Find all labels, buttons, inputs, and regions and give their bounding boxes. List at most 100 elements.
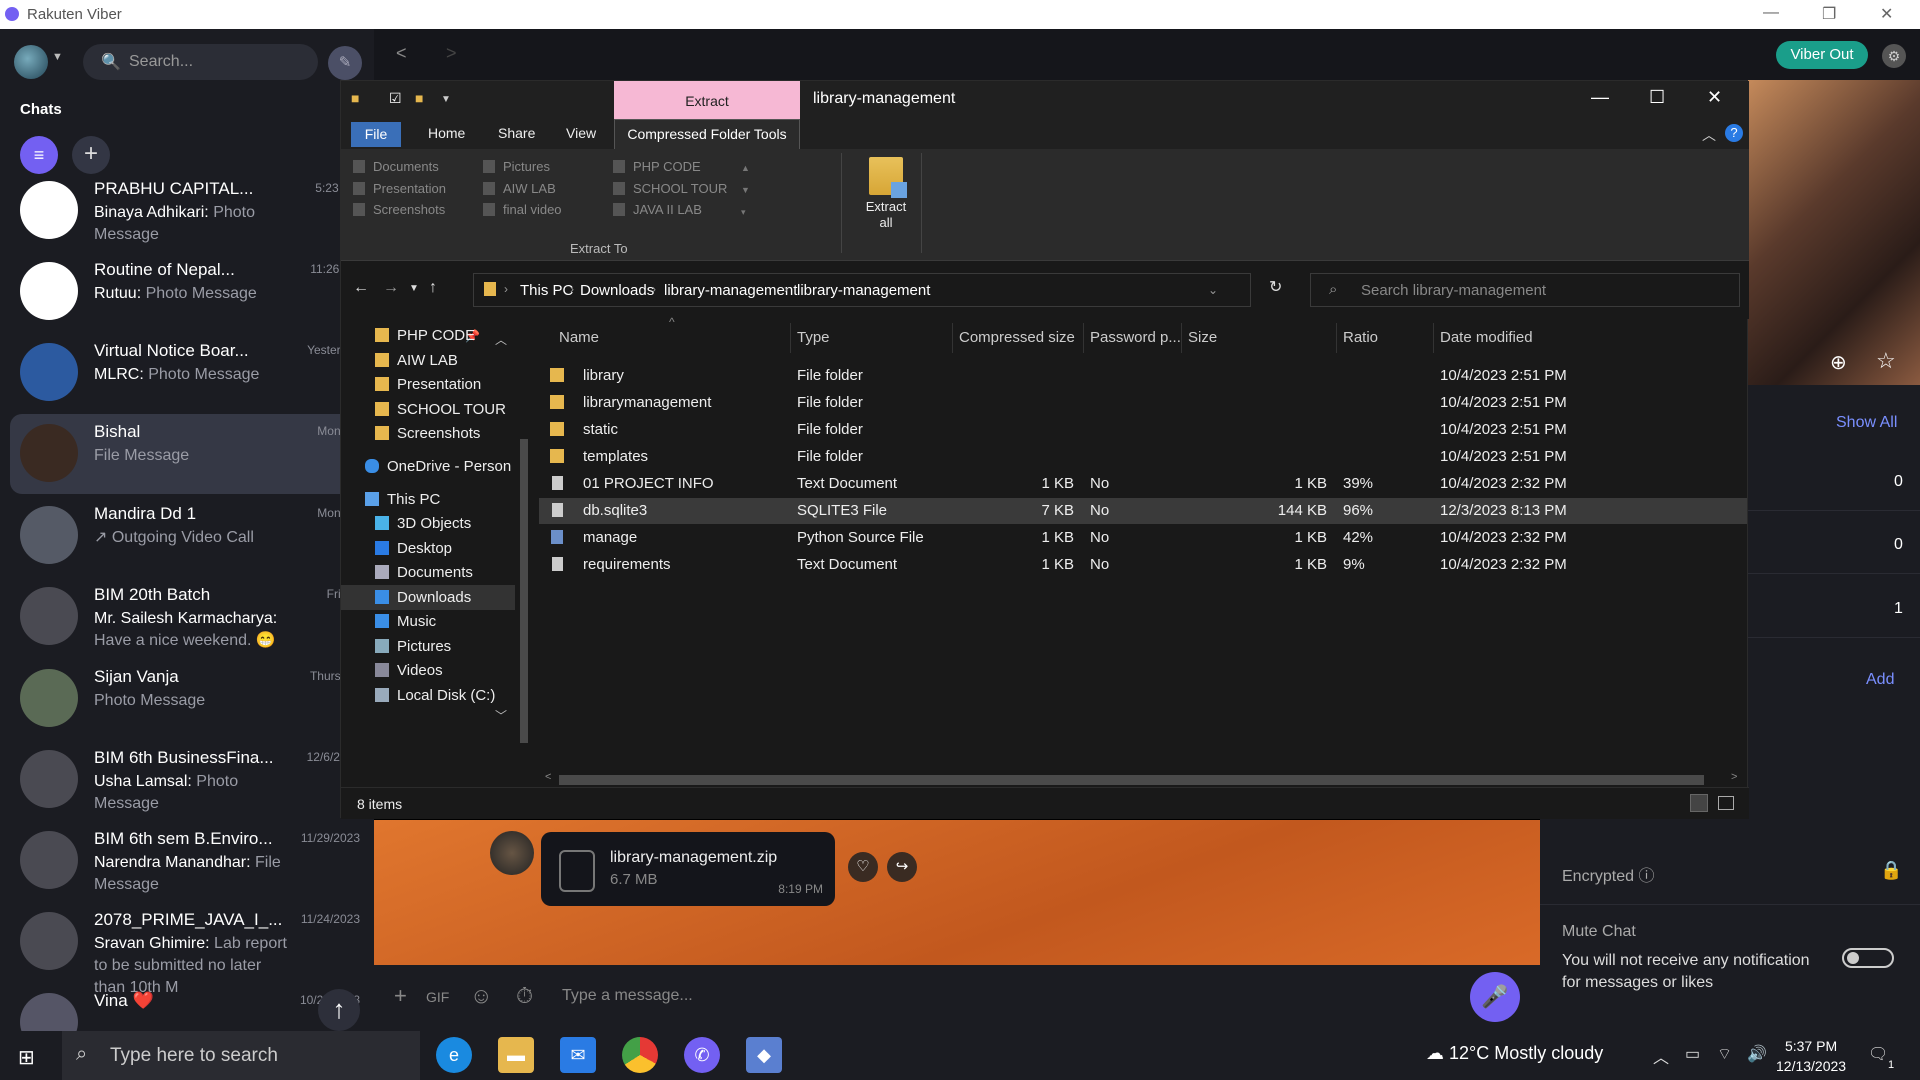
chat-item[interactable]: BIM 6th sem B.Enviro... Narendra Manandha… xyxy=(10,821,374,901)
tab-home[interactable]: Home xyxy=(428,125,465,141)
file-row[interactable]: library File folder 10/4/2023 2:51 PM xyxy=(539,363,1747,389)
scroll-right-icon[interactable]: > xyxy=(1731,771,1737,783)
quick-access-item[interactable]: Presentation xyxy=(353,181,446,196)
weather-widget[interactable]: ☁ 12°C Mostly cloudy xyxy=(1426,1043,1603,1064)
chat-item[interactable]: 2078_PRIME_JAVA_I_... Sravan Ghimire: Lab… xyxy=(10,902,374,996)
file-row[interactable]: static File folder 10/4/2023 2:51 PM xyxy=(539,417,1747,443)
col-type[interactable]: Type xyxy=(791,323,953,353)
microphone-icon[interactable]: 🎤 xyxy=(1470,972,1520,1022)
extract-all-button[interactable]: Extract all xyxy=(859,157,913,231)
mail-icon[interactable]: ✉ xyxy=(560,1037,596,1073)
file-row[interactable]: librarymanagement File folder 10/4/2023 2:… xyxy=(539,390,1747,416)
chat-item[interactable]: Sijan Vanja Photo Message Thursday xyxy=(10,659,374,739)
nav-this-pc[interactable]: This PC xyxy=(365,491,440,508)
nav-item[interactable]: Documents xyxy=(375,564,473,581)
gear-icon[interactable]: ⚙ xyxy=(1882,44,1906,68)
nav-onedrive[interactable]: OneDrive - Person xyxy=(365,458,515,475)
wifi-icon[interactable]: ⌔ xyxy=(1717,1044,1732,1064)
refresh-icon[interactable]: ↻ xyxy=(1269,277,1282,297)
edge-icon[interactable]: e xyxy=(436,1037,472,1073)
chat-item[interactable]: BIM 20th Batch Mr. Sailesh Karmacharya: H… xyxy=(10,577,374,657)
customize-qat-icon[interactable]: ▼ xyxy=(441,94,451,105)
file-row[interactable]: manage Python Source File 1 KB No 1 KB 42% 10/… xyxy=(539,525,1747,551)
col-name[interactable]: Name xyxy=(553,323,791,353)
col-compressed-size[interactable]: Compressed size xyxy=(953,323,1084,353)
nav-item[interactable]: AIW LAB xyxy=(375,352,458,369)
mute-toggle[interactable] xyxy=(1842,948,1894,968)
clock[interactable]: 5:37 PM 12/13/2023 xyxy=(1776,1036,1846,1076)
horizontal-scrollbar[interactable]: < > xyxy=(539,771,1747,787)
nav-item-downloads[interactable]: Downloads xyxy=(341,585,515,610)
timer-icon[interactable]: ⏱ xyxy=(516,983,533,1009)
quick-access-item[interactable]: Pictures xyxy=(483,159,550,174)
gallery-scroll-icon[interactable]: ▲ ▼ ▾ xyxy=(741,157,750,223)
maximize-icon[interactable]: ☐ xyxy=(1649,87,1665,108)
gif-icon[interactable]: GIF xyxy=(426,989,449,1005)
viber-out-button[interactable]: Viber Out xyxy=(1776,41,1868,69)
nav-item[interactable]: Presentation xyxy=(375,376,481,393)
tab-compressed-folder-tools[interactable]: Compressed Folder Tools xyxy=(614,119,800,149)
nav-scroll-down-icon[interactable]: ﹀ xyxy=(495,707,507,724)
show-all-link[interactable]: Show All xyxy=(1836,414,1897,432)
file-row[interactable]: db.sqlite3 SQLITE3 File 7 KB No 144 KB 96% 12/… xyxy=(539,498,1747,524)
explorer-search-input[interactable]: ⌕ Search library-management xyxy=(1310,273,1740,307)
properties-icon[interactable]: ☑ xyxy=(389,90,402,107)
quick-access-item[interactable]: Documents xyxy=(353,159,439,174)
info-row[interactable]: 0 xyxy=(1748,512,1920,574)
notification-icon[interactable]: 🗨 xyxy=(1868,1044,1888,1064)
quick-access-item[interactable]: JAVA II LAB xyxy=(613,202,702,217)
file-row[interactable]: 01 PROJECT INFO Text Document 1 KB No 1 KB 39… xyxy=(539,471,1747,497)
large-icons-view-icon[interactable] xyxy=(1718,796,1734,810)
windows-start-icon[interactable]: ⊞ xyxy=(18,1045,35,1070)
nav-item[interactable]: Music xyxy=(375,613,436,630)
quick-access-item[interactable]: PHP CODE xyxy=(613,159,701,174)
nav-item[interactable]: Videos xyxy=(375,662,443,679)
plus-icon[interactable]: + xyxy=(394,983,407,1009)
col-password[interactable]: Password p... xyxy=(1084,323,1182,353)
viber-icon[interactable]: ✆ xyxy=(684,1037,720,1073)
forward-icon[interactable]: ↪ xyxy=(887,852,917,882)
nav-item[interactable]: Desktop xyxy=(375,540,452,557)
breadcrumb-current[interactable]: library-management xyxy=(797,282,930,299)
scroll-top-button[interactable]: ↑ xyxy=(318,989,360,1031)
file-row[interactable]: requirements Text Document 1 KB No 1 KB 9% 10/… xyxy=(539,552,1747,578)
quick-access-item[interactable]: final video xyxy=(483,202,562,217)
col-size[interactable]: Size xyxy=(1182,323,1337,353)
scroll-left-icon[interactable]: < xyxy=(545,771,551,783)
quick-access-item[interactable]: SCHOOL TOUR xyxy=(613,181,727,196)
file-message-bubble[interactable]: library-management.zip 6.7 MB 8:19 PM xyxy=(541,832,835,906)
nav-item[interactable]: 3D Objects xyxy=(375,515,471,532)
nav-item[interactable]: Local Disk (C:) xyxy=(375,687,495,704)
new-folder-icon[interactable]: ■ xyxy=(415,90,423,106)
info-row[interactable]: 0 xyxy=(1748,449,1920,511)
minimize-icon[interactable]: — xyxy=(1763,4,1779,22)
details-view-icon[interactable] xyxy=(1690,794,1708,812)
chat-item[interactable]: Bishal File Message Monday xyxy=(10,414,374,494)
message-input[interactable]: Type a message... xyxy=(562,987,693,1005)
chat-item[interactable]: Virtual Notice Boar... MLRC: Photo Messag… xyxy=(10,333,374,413)
scrollbar-thumb[interactable] xyxy=(520,439,528,743)
new-chat-button[interactable]: + xyxy=(72,136,110,174)
breadcrumb-library-management[interactable]: library-management xyxy=(664,282,797,299)
chat-item[interactable]: BIM 6th BusinessFina... Usha Lamsal: Phot… xyxy=(10,740,374,820)
star-icon[interactable]: ☆ xyxy=(1876,348,1896,374)
volume-icon[interactable]: 🔊 xyxy=(1747,1044,1767,1064)
col-date-modified[interactable]: Date modified xyxy=(1434,323,1634,353)
nav-collapse-icon[interactable]: ︿ xyxy=(495,331,507,348)
close-icon[interactable]: ✕ xyxy=(1880,4,1893,24)
tab-share[interactable]: Share xyxy=(498,125,535,141)
forward-arrow-icon[interactable]: > xyxy=(446,43,457,64)
chat-item[interactable]: Routine of Nepal... Rutuu: Photo Message 1… xyxy=(10,252,374,332)
profile-avatar[interactable] xyxy=(14,45,48,79)
app-icon[interactable]: ◆ xyxy=(746,1037,782,1073)
heart-icon[interactable]: ♡ xyxy=(848,852,878,882)
quick-access-item[interactable]: Screenshots xyxy=(353,202,445,217)
chevron-down-icon[interactable]: ▼ xyxy=(52,51,63,63)
up-arrow-icon[interactable]: ↑ xyxy=(429,279,437,297)
sender-avatar[interactable] xyxy=(490,831,534,875)
help-icon[interactable]: ? xyxy=(1725,124,1743,142)
nav-item[interactable]: PHP CODE xyxy=(375,327,475,344)
collapse-ribbon-icon[interactable]: ︿ xyxy=(1702,125,1716,145)
compose-icon[interactable]: ✎ xyxy=(328,46,362,80)
recent-locations-icon[interactable]: ▼ xyxy=(409,283,419,294)
